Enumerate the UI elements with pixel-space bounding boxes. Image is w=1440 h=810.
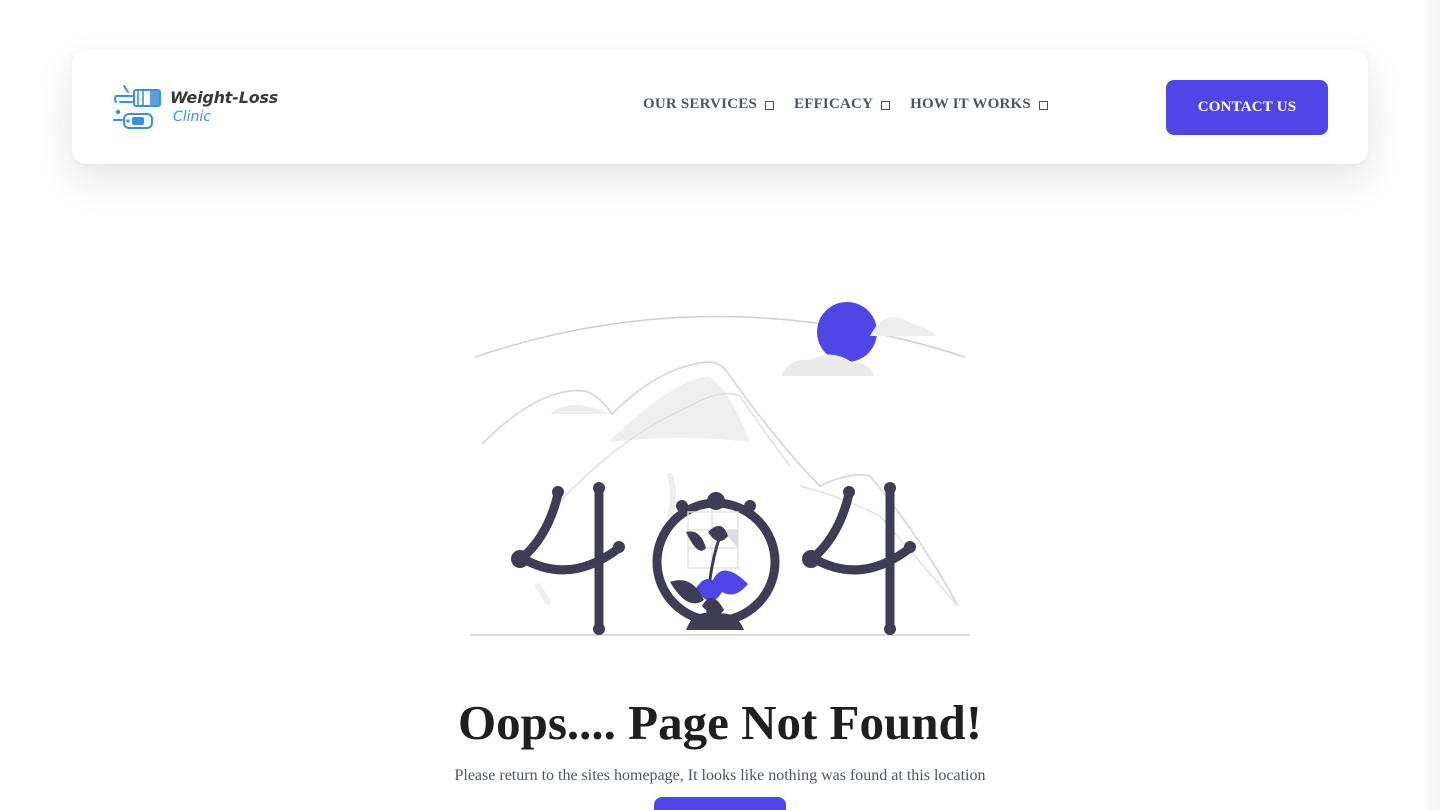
error-message: Please return to the sites homepage, It … [454,767,986,784]
brand-name-line2: Clinic [173,109,212,125]
nav-item-efficacy[interactable]: EFFICACY [794,96,891,113]
nav-item-label: OUR SERVICES [643,96,757,112]
clinic-logo-icon [113,85,161,129]
scrollbar-track[interactable] [1422,0,1440,810]
main-nav: OUR SERVICES EFFICACY HOW IT WORKS [643,96,1048,113]
page-title: Oops.... Page Not Found! [457,694,983,750]
nav-item-label: EFFICACY [794,96,874,112]
page: Weight-Loss Clinic OUR SERVICES EFFICACY… [0,0,1440,810]
nav-item-label: HOW IT WORKS [910,96,1031,112]
dropdown-indicator-icon [1038,101,1048,110]
dropdown-indicator-icon [881,101,891,110]
nav-item-our-services[interactable]: OUR SERVICES [643,96,774,113]
site-header: Weight-Loss Clinic OUR SERVICES EFFICACY… [72,50,1368,164]
brand-wordmark: Weight-Loss Clinic [170,88,279,125]
contact-us-button[interactable]: CONTACT US [1166,80,1328,135]
back-to-home-button[interactable] [654,797,786,810]
404-illustration [470,302,970,636]
brand-logo[interactable]: Weight-Loss Clinic [112,80,278,134]
nav-item-how-it-works[interactable]: HOW IT WORKS [910,96,1048,113]
dropdown-indicator-icon [765,101,774,110]
brand-name-line1: Weight-Loss [170,88,279,107]
